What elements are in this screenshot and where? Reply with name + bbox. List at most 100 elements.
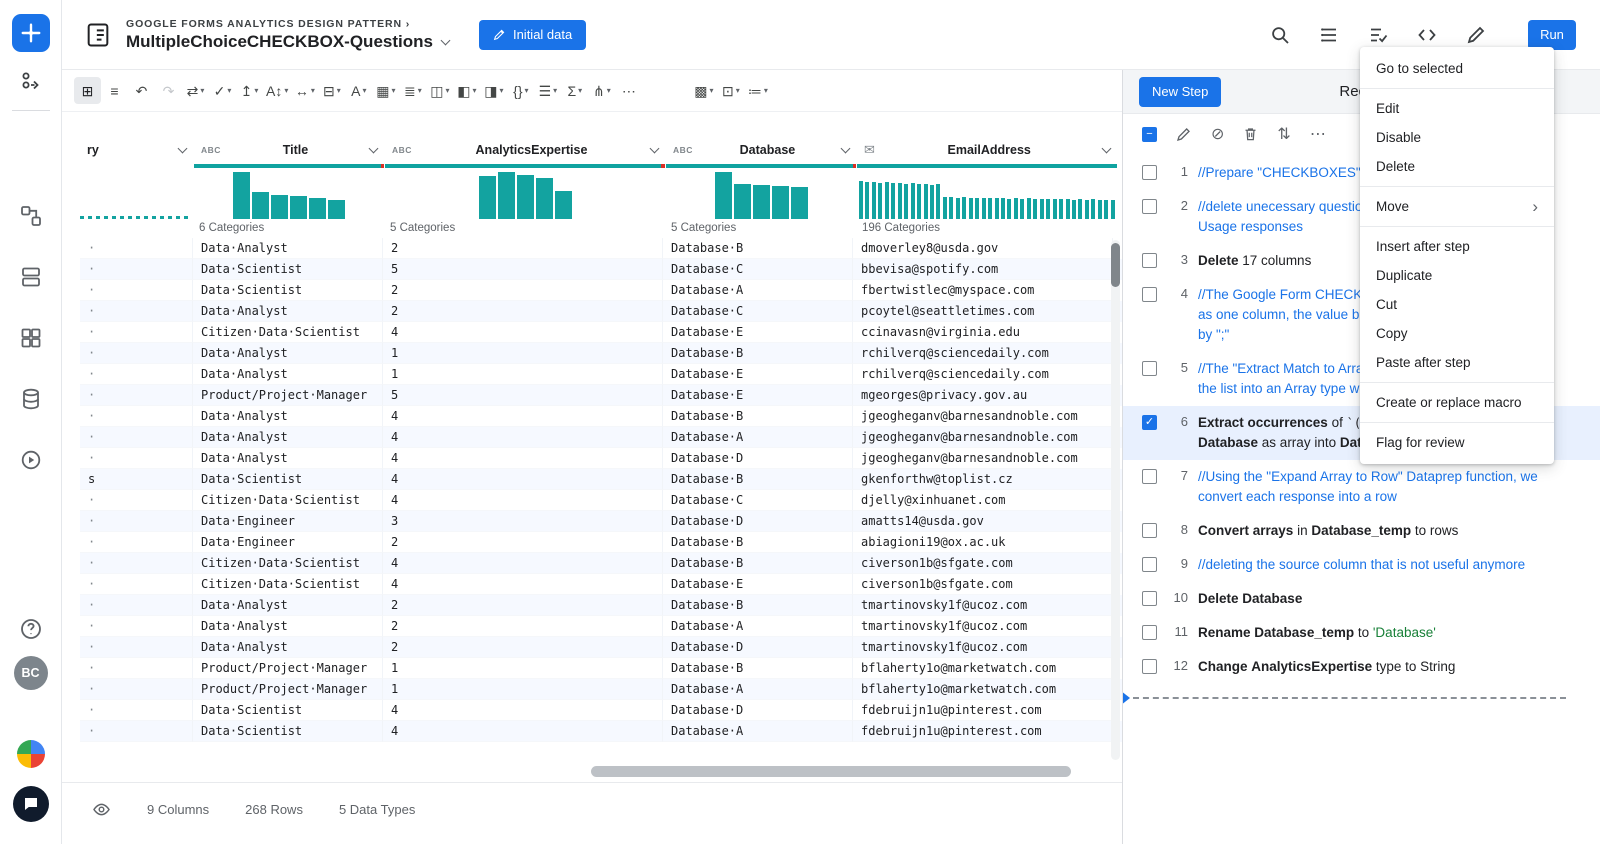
cell-partial[interactable]: · bbox=[80, 343, 193, 364]
column-header-title[interactable]: ABCTitle bbox=[194, 138, 384, 162]
cell-database[interactable]: Database·D bbox=[663, 448, 853, 469]
connections-icon[interactable] bbox=[18, 386, 44, 412]
table-row[interactable]: ·Citizen·Data·Scientist4Database·Bcivers… bbox=[80, 553, 1122, 574]
cell-email[interactable]: fdebruijn1u@pinterest.com bbox=[853, 700, 1113, 721]
cell-expertise[interactable]: 1 bbox=[383, 658, 663, 679]
cell-email[interactable]: jgeogheganv@barnesandnoble.com bbox=[853, 406, 1113, 427]
edit-cells-icon[interactable]: ▦▾ bbox=[372, 77, 399, 104]
cell-partial[interactable]: · bbox=[80, 700, 193, 721]
vertical-scrollbar[interactable] bbox=[1111, 240, 1120, 760]
cell-partial[interactable]: · bbox=[80, 427, 193, 448]
cell-title[interactable]: Data·Scientist bbox=[193, 469, 383, 490]
histogram-bar[interactable] bbox=[271, 195, 288, 219]
cell-title[interactable]: Data·Analyst bbox=[193, 343, 383, 364]
library-icon[interactable] bbox=[18, 325, 44, 351]
cell-partial[interactable]: · bbox=[80, 553, 193, 574]
cell-partial[interactable]: · bbox=[80, 259, 193, 280]
cell-email[interactable]: jgeogheganv@barnesandnoble.com bbox=[853, 427, 1113, 448]
horizontal-scrollbar-thumb[interactable] bbox=[591, 766, 1071, 777]
text-format-icon[interactable]: A▾ bbox=[345, 77, 372, 104]
cell-expertise[interactable]: 4 bbox=[383, 469, 663, 490]
cell-database[interactable]: Database·D bbox=[663, 700, 853, 721]
histogram-bar[interactable] bbox=[233, 172, 250, 219]
histogram-bar[interactable] bbox=[1066, 199, 1070, 219]
table-row[interactable]: ·Data·Analyst2Database·Bdmoverley8@usda.… bbox=[80, 238, 1122, 259]
step-checkbox[interactable] bbox=[1142, 469, 1157, 484]
cell-partial[interactable]: · bbox=[80, 490, 193, 511]
delete-step-icon[interactable] bbox=[1243, 126, 1258, 142]
cell-title[interactable]: Product/Project·Manager bbox=[193, 385, 383, 406]
undo-icon[interactable]: ↶ bbox=[128, 77, 155, 104]
cell-title[interactable]: Data·Analyst bbox=[193, 637, 383, 658]
cell-expertise[interactable]: 4 bbox=[383, 553, 663, 574]
recipe-step-8[interactable]: 8Convert arrays in Database_temp to rows bbox=[1123, 514, 1600, 548]
vertical-scrollbar-thumb[interactable] bbox=[1111, 243, 1120, 287]
validate-column-icon[interactable]: ✓▾ bbox=[209, 77, 236, 104]
export-column-icon[interactable]: ↥▾ bbox=[236, 77, 263, 104]
cell-email[interactable]: bflaherty1o@marketwatch.com bbox=[853, 679, 1113, 700]
cell-expertise[interactable]: 2 bbox=[383, 595, 663, 616]
histogram-bar[interactable] bbox=[943, 197, 947, 219]
step-checkbox[interactable] bbox=[1142, 253, 1157, 268]
cell-database[interactable]: Database·A bbox=[663, 721, 853, 742]
histogram-bar[interactable] bbox=[715, 172, 732, 219]
quality-bar[interactable] bbox=[194, 164, 384, 168]
histogram-bar[interactable] bbox=[962, 197, 966, 219]
histogram-bar[interactable] bbox=[1001, 198, 1005, 219]
column-header-expertise[interactable]: ABCAnalyticsExpertise bbox=[385, 138, 665, 162]
column-header-database[interactable]: ABCDatabase bbox=[666, 138, 856, 162]
cell-expertise[interactable]: 4 bbox=[383, 427, 663, 448]
column-menu-icon[interactable] bbox=[369, 144, 379, 154]
histogram-bar[interactable] bbox=[859, 181, 863, 219]
cell-partial[interactable]: · bbox=[80, 679, 193, 700]
view-grid-icon[interactable]: ⊞ bbox=[74, 77, 101, 104]
step-checkbox[interactable] bbox=[1142, 659, 1157, 674]
cell-expertise[interactable]: 1 bbox=[383, 679, 663, 700]
code-view-icon[interactable] bbox=[1416, 24, 1438, 46]
menu-item-edit[interactable]: Edit bbox=[1360, 94, 1554, 123]
table-row[interactable]: sData·Scientist4Database·Bgkenforthw@top… bbox=[80, 469, 1122, 490]
cell-title[interactable]: Data·Analyst bbox=[193, 364, 383, 385]
cell-title[interactable]: Data·Analyst bbox=[193, 427, 383, 448]
cell-email[interactable]: dmoverley8@usda.gov bbox=[853, 238, 1113, 259]
cell-partial[interactable]: · bbox=[80, 238, 193, 259]
google-cloud-logo-icon[interactable] bbox=[17, 740, 45, 768]
histogram-bar[interactable] bbox=[878, 183, 882, 219]
title-dropdown-icon[interactable] bbox=[441, 36, 451, 46]
table-row[interactable]: ·Data·Analyst4Database·Djgeogheganv@barn… bbox=[80, 448, 1122, 469]
histogram-bar[interactable] bbox=[536, 178, 553, 219]
cell-partial[interactable]: · bbox=[80, 616, 193, 637]
breadcrumb[interactable]: GOOGLE FORMS ANALYTICS DESIGN PATTERN › bbox=[126, 18, 449, 30]
column-histogram[interactable] bbox=[385, 171, 665, 219]
cell-email[interactable]: bbevisa@spotify.com bbox=[853, 259, 1113, 280]
histogram-bar[interactable] bbox=[904, 184, 908, 219]
cell-email[interactable]: fbertwistlec@myspace.com bbox=[853, 280, 1113, 301]
cell-title[interactable]: Citizen·Data·Scientist bbox=[193, 490, 383, 511]
cell-database[interactable]: Database·C bbox=[663, 301, 853, 322]
cell-expertise[interactable]: 2 bbox=[383, 280, 663, 301]
histogram-bar[interactable] bbox=[1046, 199, 1050, 219]
histogram-bar[interactable] bbox=[1027, 198, 1031, 219]
cell-expertise[interactable]: 4 bbox=[383, 574, 663, 595]
jobs-icon[interactable] bbox=[18, 447, 44, 473]
cell-database[interactable]: Database·A bbox=[663, 280, 853, 301]
menu-item-flag-for-review[interactable]: Flag for review bbox=[1360, 428, 1554, 457]
cell-partial[interactable]: · bbox=[80, 322, 193, 343]
menu-item-duplicate[interactable]: Duplicate bbox=[1360, 261, 1554, 290]
table-row[interactable]: ·Data·Analyst1Database·Erchilverq@scienc… bbox=[80, 364, 1122, 385]
histogram-bar[interactable] bbox=[479, 176, 496, 219]
cell-title[interactable]: Product/Project·Manager bbox=[193, 658, 383, 679]
select-all-checkbox[interactable]: − bbox=[1142, 127, 1157, 142]
insertion-point-line[interactable] bbox=[1133, 697, 1566, 699]
table-row[interactable]: ·Citizen·Data·Scientist4Database·Cdjelly… bbox=[80, 490, 1122, 511]
table-row[interactable]: ·Data·Analyst2Database·Cpcoytel@seattlet… bbox=[80, 301, 1122, 322]
dataprep-logo-icon[interactable] bbox=[12, 14, 50, 52]
cell-expertise[interactable]: 4 bbox=[383, 448, 663, 469]
cell-partial[interactable]: · bbox=[80, 637, 193, 658]
replace-values-icon[interactable]: ⇄▾ bbox=[182, 77, 209, 104]
lookup-join-icon[interactable]: ⊡▾ bbox=[717, 77, 744, 104]
cell-title[interactable]: Data·Analyst bbox=[193, 238, 383, 259]
split-column-icon[interactable]: ⋔▾ bbox=[588, 77, 615, 104]
cell-email[interactable]: fdebruijn1u@pinterest.com bbox=[853, 721, 1113, 742]
cell-database[interactable]: Database·A bbox=[663, 616, 853, 637]
